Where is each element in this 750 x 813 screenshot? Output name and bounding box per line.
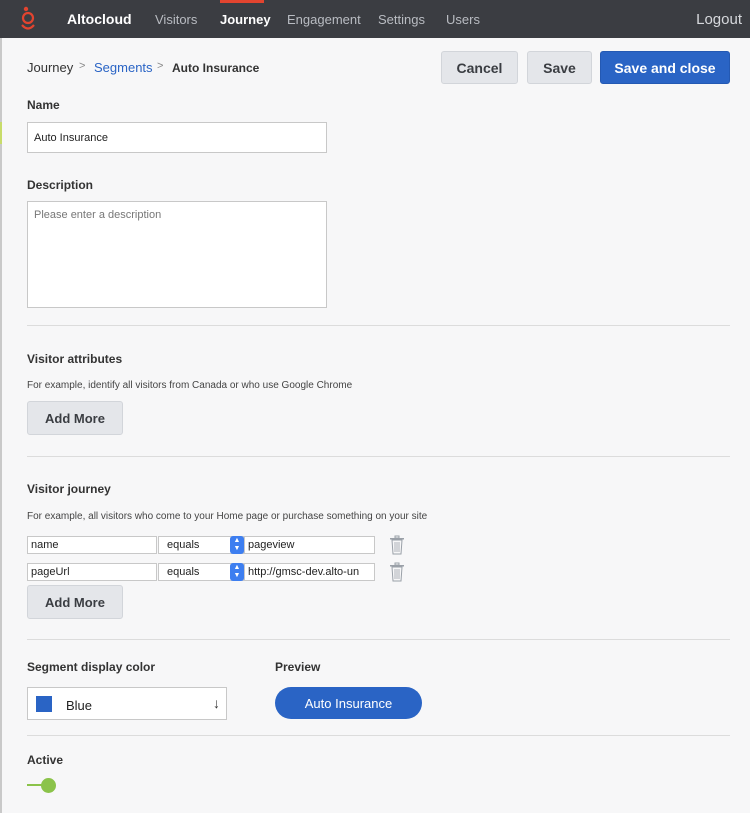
color-swatch	[36, 696, 52, 712]
left-edge-accent	[0, 122, 2, 144]
add-more-journey-button[interactable]: Add More	[27, 585, 123, 619]
altocloud-logo-icon[interactable]	[18, 5, 38, 35]
breadcrumb-separator: >	[157, 60, 164, 72]
select-caret-icon[interactable]: ▲ ▼	[230, 536, 244, 554]
name-input[interactable]: Auto Insurance	[27, 122, 327, 153]
toggle-knob[interactable]	[41, 778, 56, 793]
left-edge-border	[0, 38, 2, 813]
save-button[interactable]: Save	[527, 51, 592, 84]
nav-item-engagement[interactable]: Engagement	[287, 12, 361, 27]
nav-item-journey[interactable]: Journey	[220, 12, 271, 27]
rule-field-input[interactable]: pageUrl	[27, 563, 157, 581]
preview-label: Preview	[275, 660, 321, 674]
description-label: Description	[27, 178, 94, 192]
rule-operator-value: equals	[167, 566, 200, 578]
rule-value-input[interactable]: pageview	[244, 536, 375, 554]
visitor-journey-title: Visitor journey	[27, 482, 111, 496]
rule-operator-value: equals	[167, 539, 200, 551]
color-select-value: Blue	[66, 698, 93, 713]
trash-icon[interactable]	[389, 562, 405, 582]
visitor-attributes-hint: For example, identify all visitors from …	[27, 380, 353, 391]
rule-field-input[interactable]: name	[27, 536, 157, 554]
name-label: Name	[27, 98, 60, 112]
brand-name[interactable]: Altocloud	[67, 11, 132, 27]
rule-operator-select[interactable]: equals ▲ ▼	[158, 536, 244, 554]
logout-link[interactable]: Logout	[696, 11, 742, 28]
active-label: Active	[27, 753, 64, 767]
rule-value-input[interactable]: http://gmsc-dev.alto-un	[244, 563, 375, 581]
visitor-attributes-title: Visitor attributes	[27, 352, 123, 366]
nav-item-visitors[interactable]: Visitors	[155, 12, 197, 27]
breadcrumb-segments[interactable]: Segments	[94, 60, 153, 75]
section-divider	[27, 735, 730, 736]
section-divider	[27, 456, 730, 457]
breadcrumb-separator: >	[79, 60, 86, 72]
visitor-journey-hint: For example, all visitors who come to yo…	[27, 511, 428, 522]
top-nav-bar: Altocloud Visitors Journey Engagement Se…	[0, 0, 750, 38]
arrow-down-icon: ↓	[213, 695, 220, 711]
section-divider	[27, 325, 730, 326]
nav-item-settings[interactable]: Settings	[378, 12, 425, 27]
save-and-close-button[interactable]: Save and close	[600, 51, 730, 84]
section-divider	[27, 639, 730, 640]
cancel-button[interactable]: Cancel	[441, 51, 518, 84]
nav-item-users[interactable]: Users	[446, 12, 480, 27]
add-more-attributes-button[interactable]: Add More	[27, 401, 123, 435]
segment-color-select[interactable]: Blue ↓	[27, 687, 227, 720]
rule-operator-select[interactable]: equals ▲ ▼	[158, 563, 244, 581]
breadcrumb-current: Auto Insurance	[172, 61, 260, 75]
breadcrumb-journey[interactable]: Journey	[27, 60, 73, 75]
segment-preview-pill: Auto Insurance	[275, 687, 422, 719]
trash-icon[interactable]	[389, 535, 405, 555]
segment-color-label: Segment display color	[27, 660, 156, 674]
select-caret-icon[interactable]: ▲ ▼	[230, 563, 244, 581]
description-textarea[interactable]: Please enter a description	[27, 201, 327, 308]
nav-active-indicator	[220, 0, 264, 3]
